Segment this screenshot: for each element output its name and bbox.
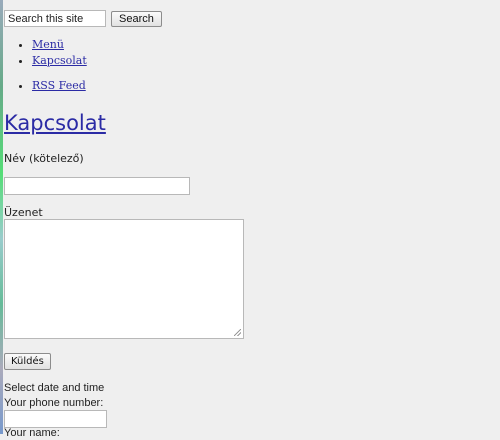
menu-link-contact[interactable]: Kapcsolat <box>32 54 87 67</box>
resize-grip-icon[interactable] <box>234 329 241 336</box>
name-field-label: Név (kötelező) <box>4 152 84 165</box>
feed-menu: RSS Feed <box>4 79 86 95</box>
menu-item-rss-feed: RSS Feed <box>32 79 86 93</box>
message-field-label: Üzenet <box>4 206 43 219</box>
menu-link-menu[interactable]: Menü <box>32 38 64 51</box>
name-field[interactable] <box>4 177 190 195</box>
window-edge-strip <box>0 0 3 434</box>
date-time-label: Select date and time <box>4 382 105 394</box>
page-title: Kapcsolat <box>4 109 106 137</box>
search-input[interactable] <box>4 10 106 27</box>
menu-item-menu: Menü <box>32 38 87 52</box>
menu-item-contact: Kapcsolat <box>32 54 87 68</box>
phone-number-field[interactable] <box>4 410 107 428</box>
search-button[interactable]: Search <box>111 10 162 27</box>
page-title-link[interactable]: Kapcsolat <box>4 111 106 135</box>
message-textarea[interactable] <box>4 219 244 339</box>
send-button[interactable]: Küldés <box>4 353 51 370</box>
main-menu: Menü Kapcsolat <box>4 38 87 70</box>
search-bar: Search <box>4 10 162 27</box>
phone-number-label: Your phone number: <box>4 397 104 409</box>
rss-feed-link[interactable]: RSS Feed <box>32 79 86 92</box>
